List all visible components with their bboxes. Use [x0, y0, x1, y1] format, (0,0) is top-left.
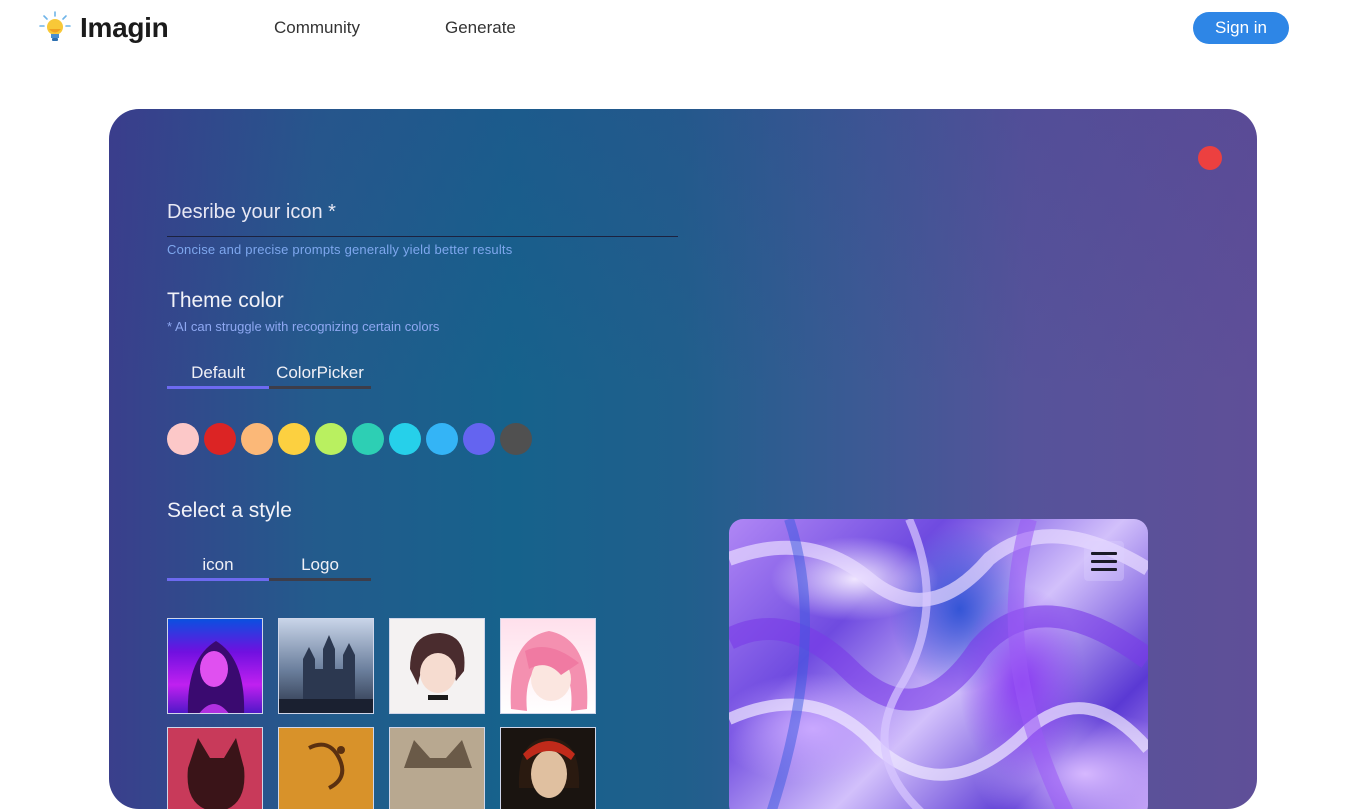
prompt-hint: Concise and precise prompts generally yi…	[167, 242, 513, 257]
logo-text: Imagin	[80, 12, 169, 43]
color-swatch-1[interactable]	[204, 423, 236, 455]
style-title: Select a style	[167, 499, 292, 522]
red-cat-image	[187, 738, 245, 809]
style-thumb-pink-hair-anime[interactable]	[500, 618, 596, 714]
tab-default[interactable]: Default	[167, 361, 269, 389]
style-thumb-tabby-cat[interactable]	[389, 727, 485, 809]
tab-logo[interactable]: Logo	[269, 553, 371, 581]
neon-portrait-image	[187, 641, 245, 713]
color-swatch-9[interactable]	[500, 423, 532, 455]
style-tabs: icon Logo	[167, 553, 371, 581]
color-swatches	[167, 423, 537, 455]
theme-color-hint: * AI can struggle with recognizing certa…	[167, 319, 440, 334]
prompt-label: Desribe your icon *	[167, 201, 336, 223]
tabby-cat-image	[404, 740, 472, 768]
color-swatch-0[interactable]	[167, 423, 199, 455]
preview-image	[729, 519, 1148, 809]
style-thumbnails	[167, 618, 596, 809]
color-swatch-2[interactable]	[241, 423, 273, 455]
style-thumb-gothic-castle[interactable]	[278, 618, 374, 714]
castle-image	[279, 635, 373, 713]
style-thumb-anime-girl-bob[interactable]	[389, 618, 485, 714]
hamburger-menu-icon[interactable]	[1084, 541, 1124, 581]
anime-girl-image	[410, 633, 465, 700]
generator-card: Desribe your icon * Concise and precise …	[109, 109, 1257, 809]
nav-generate-link[interactable]: Generate	[445, 18, 516, 38]
close-dot-button[interactable]	[1198, 146, 1222, 170]
style-thumb-classic-portrait[interactable]	[500, 727, 596, 809]
color-swatch-4[interactable]	[315, 423, 347, 455]
top-nav: Imagin Community Generate Sign in	[0, 0, 1366, 56]
logo[interactable]: Imagin	[38, 10, 169, 46]
color-swatch-8[interactable]	[463, 423, 495, 455]
color-swatch-6[interactable]	[389, 423, 421, 455]
style-thumb-red-cat[interactable]	[167, 727, 263, 809]
classic-portrait-image	[518, 738, 580, 798]
golden-pattern-image	[308, 742, 345, 790]
nav-community-link[interactable]: Community	[274, 18, 360, 38]
tab-icon[interactable]: icon	[167, 553, 269, 581]
color-swatch-7[interactable]	[426, 423, 458, 455]
color-tabs: Default ColorPicker	[167, 361, 371, 389]
color-swatch-5[interactable]	[352, 423, 384, 455]
sign-in-button[interactable]: Sign in	[1193, 12, 1289, 44]
pink-hair-image	[510, 631, 588, 711]
lightbulb-icon	[39, 11, 71, 41]
style-thumb-neon-portrait[interactable]	[167, 618, 263, 714]
style-thumb-golden-pattern[interactable]	[278, 727, 374, 809]
tab-colorpicker[interactable]: ColorPicker	[269, 361, 371, 389]
theme-color-title: Theme color	[167, 289, 284, 312]
color-swatch-3[interactable]	[278, 423, 310, 455]
